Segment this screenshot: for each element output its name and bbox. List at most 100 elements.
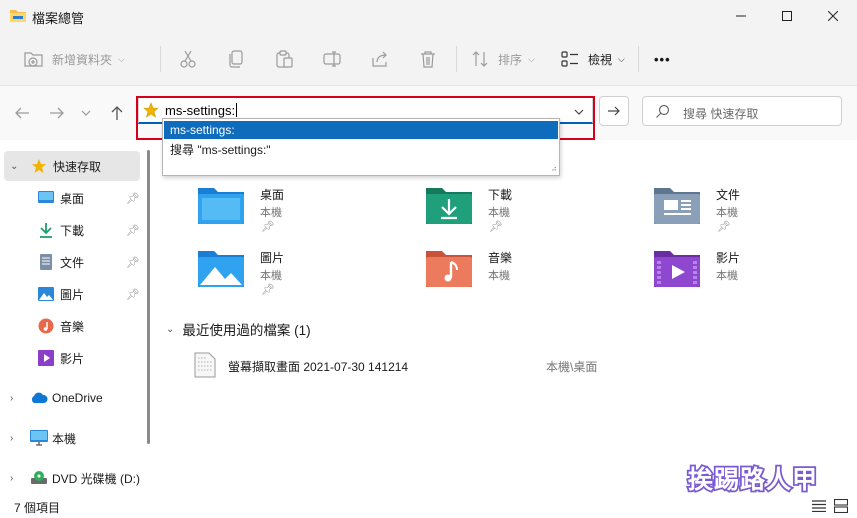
folder-name: 圖片 — [260, 251, 285, 265]
delete-button[interactable] — [418, 44, 438, 74]
address-input[interactable]: ms-settings: — [165, 103, 238, 118]
sidebar-scrollbar[interactable] — [147, 150, 150, 444]
music-icon — [37, 317, 55, 335]
sidebar-item-quick-access[interactable]: ⌄ 快速存取 — [4, 151, 140, 181]
sidebar-item-pictures[interactable]: 圖片 📌︎ — [0, 279, 140, 309]
sidebar-item-label: 本機 — [52, 431, 77, 446]
cut-button[interactable] — [178, 44, 198, 74]
sort-label: 排序 — [498, 52, 523, 67]
rename-button[interactable] — [322, 44, 342, 74]
autocomplete-dropdown: ms-settings: 搜尋 "ms-settings:" ⠴ — [162, 118, 560, 176]
up-button[interactable] — [106, 102, 128, 124]
share-icon — [370, 49, 390, 69]
chevron-down-icon[interactable]: ⌄ — [166, 324, 174, 335]
copy-button[interactable] — [226, 44, 246, 74]
close-button[interactable] — [810, 0, 856, 32]
tiles-view-button[interactable] — [832, 497, 850, 515]
chevron-right-icon[interactable]: › — [10, 473, 13, 484]
file-explorer-icon — [10, 8, 26, 22]
sidebar-item-dvd[interactable]: › DVD 光碟機 (D:) — [0, 463, 140, 493]
sidebar-item-this-pc[interactable]: › 本機 — [0, 423, 140, 453]
folder-tile-downloads[interactable]: 下載 本機 📌︎ — [426, 184, 646, 240]
folder-tile-desktop[interactable]: 桌面 本機 📌︎ — [198, 184, 418, 240]
view-label: 檢視 — [588, 52, 613, 67]
sidebar-item-label: 音樂 — [60, 319, 85, 334]
downloads-folder-icon — [426, 188, 472, 224]
recent-files-header[interactable]: ⌄ 最近使用過的檔案 (1) — [166, 319, 311, 339]
chevron-down-icon: ⌵ — [618, 53, 625, 64]
resize-grip-icon[interactable]: ⠴ — [551, 164, 557, 173]
title-bar: 檔案總管 — [0, 0, 857, 32]
pin-icon: 📌︎ — [261, 284, 275, 296]
sidebar-item-onedrive[interactable]: › OneDrive — [0, 383, 140, 413]
share-button[interactable] — [370, 44, 390, 74]
maximize-button[interactable] — [764, 0, 810, 32]
sidebar-item-label: 文件 — [60, 255, 85, 270]
folder-tile-documents[interactable]: 文件 本機 📌︎ — [654, 184, 857, 240]
item-count: 7 個項目 — [14, 501, 61, 515]
folder-tile-videos[interactable]: 影片 本機 — [654, 247, 857, 303]
view-button[interactable]: 檢視 ⌵ — [560, 44, 625, 74]
star-icon — [30, 157, 48, 175]
sort-button[interactable]: 排序 ⌵ — [470, 44, 535, 74]
folder-location: 本機 — [488, 207, 510, 219]
copy-icon — [226, 49, 246, 69]
minimize-button[interactable] — [718, 0, 764, 32]
more-options-button[interactable]: ••• — [654, 44, 671, 74]
paste-icon — [274, 49, 294, 69]
autocomplete-item-search[interactable]: 搜尋 "ms-settings:" — [164, 141, 558, 159]
details-view-button[interactable] — [810, 497, 828, 515]
image-file-icon — [194, 352, 216, 381]
pin-icon: 📌︎ — [126, 192, 140, 205]
folder-location: 本機 — [716, 270, 738, 282]
computer-icon — [30, 429, 48, 447]
chevron-down-icon: ⌵ — [528, 53, 535, 64]
videos-folder-icon — [654, 251, 700, 287]
search-box[interactable]: 搜尋 快速存取 — [642, 96, 842, 126]
recent-locations-button[interactable] — [77, 102, 95, 124]
sidebar-item-label: DVD 光碟機 (D:) — [52, 471, 140, 486]
desktop-folder-icon — [198, 188, 244, 224]
sidebar-item-downloads[interactable]: 下載 📌︎ — [0, 215, 140, 245]
pin-icon: 📌︎ — [489, 221, 503, 233]
search-placeholder: 搜尋 快速存取 — [683, 107, 759, 121]
documents-icon — [37, 253, 55, 271]
sidebar-item-documents[interactable]: 文件 📌︎ — [0, 247, 140, 277]
recent-files-title: 最近使用過的檔案 (1) — [182, 323, 311, 338]
paste-button[interactable] — [274, 44, 294, 74]
chevron-down-icon: ⌵ — [118, 53, 125, 64]
watermark-logo: 挨踢路人甲 — [686, 463, 819, 496]
toolbar-divider — [638, 46, 639, 72]
go-button[interactable] — [599, 96, 629, 126]
toolbar-divider — [160, 46, 161, 72]
sidebar-item-music[interactable]: 音樂 — [0, 311, 140, 341]
chevron-down-icon[interactable]: ⌄ — [10, 161, 18, 172]
sidebar-item-label: 桌面 — [60, 191, 85, 206]
rename-icon — [322, 49, 342, 69]
list-item[interactable]: 螢幕擷取畫面 2021-07-30 141214 本機\桌面 — [194, 352, 814, 378]
back-button[interactable] — [11, 102, 33, 124]
folder-tile-music[interactable]: 音樂 本機 — [426, 247, 646, 303]
folder-tile-pictures[interactable]: 圖片 本機 📌︎ — [198, 247, 418, 303]
view-icon — [560, 49, 580, 69]
new-folder-button[interactable]: 新增資料夾 ⌵ — [24, 44, 125, 74]
folder-location: 本機 — [260, 270, 282, 282]
autocomplete-item-selected[interactable]: ms-settings: — [164, 121, 558, 139]
forward-button[interactable] — [46, 102, 68, 124]
arrow-left-icon — [15, 107, 29, 119]
sidebar-item-videos[interactable]: 影片 — [0, 343, 140, 373]
pictures-icon — [37, 285, 55, 303]
pin-icon: 📌︎ — [126, 288, 140, 301]
sidebar-item-desktop[interactable]: 桌面 📌︎ — [0, 183, 140, 213]
chevron-right-icon[interactable]: › — [10, 393, 13, 404]
folder-name: 文件 — [716, 188, 741, 202]
content-pane: 桌面 本機 📌︎ 下載 本機 📌︎ 文件 本機 📌︎ 圖片 本機 📌︎ 音樂 本… — [158, 140, 857, 494]
download-icon — [37, 221, 55, 239]
folder-location: 本機 — [260, 207, 282, 219]
pin-icon: 📌︎ — [261, 221, 275, 233]
sidebar-item-label: 圖片 — [60, 287, 85, 302]
command-bar: 新增資料夾 ⌵ 排序 ⌵ 檢視 ⌵ ••• — [0, 32, 857, 86]
chevron-right-icon[interactable]: › — [10, 433, 13, 444]
pin-icon: 📌︎ — [126, 256, 140, 269]
address-history-dropdown[interactable] — [574, 105, 584, 119]
